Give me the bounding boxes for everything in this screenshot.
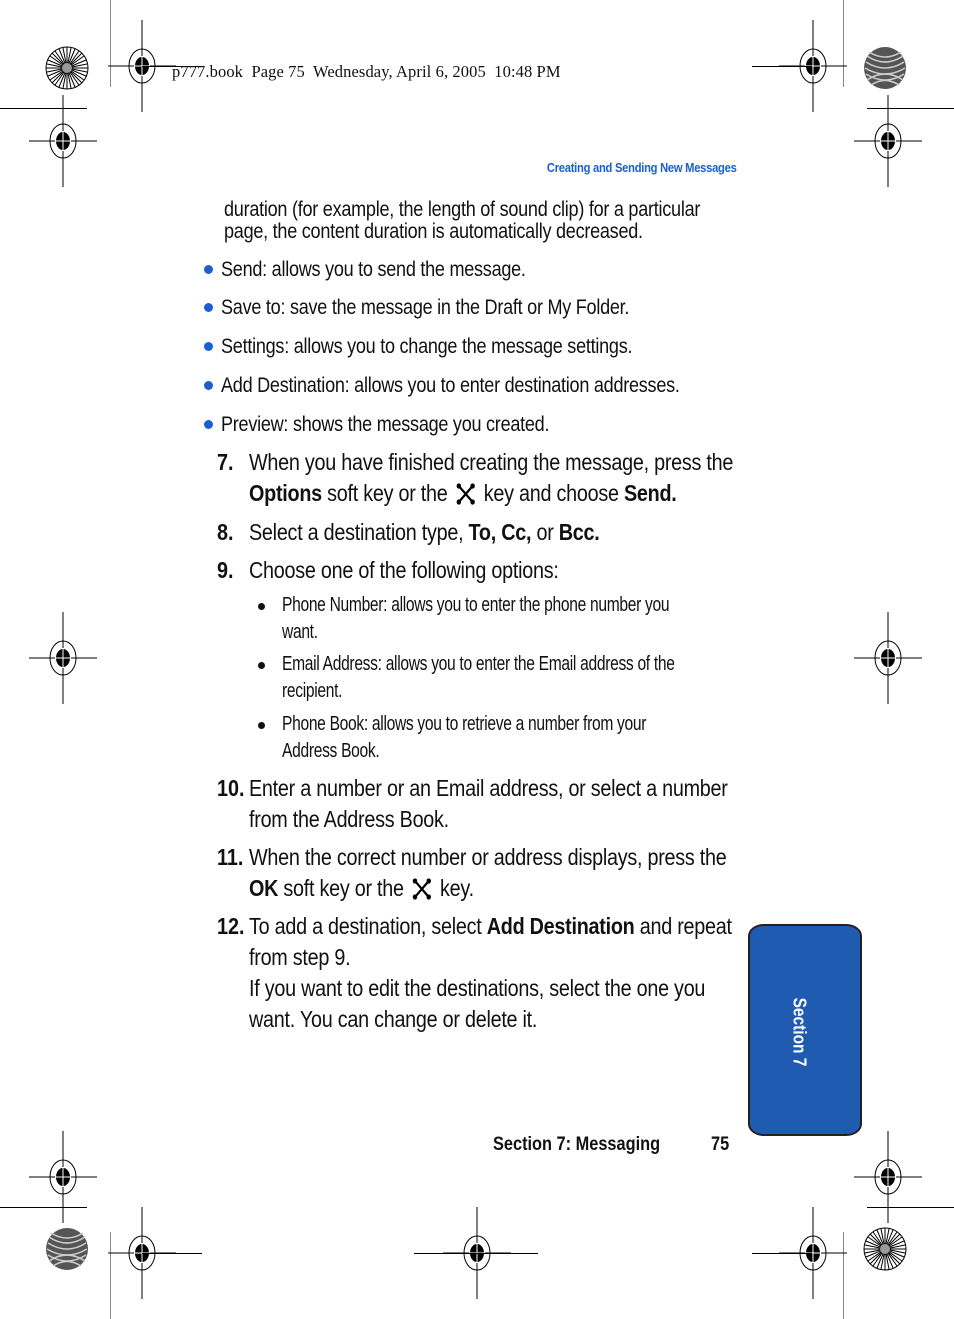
bullet-text: Add Destination: allows you to enter des… [221, 374, 680, 397]
registration-target-icon [853, 1130, 923, 1224]
step-number: 8. [217, 519, 234, 545]
sub-bullet-text: Address Book. [282, 740, 380, 762]
footer-section-title: Section 7: Messaging [493, 1134, 661, 1155]
step-text: from the Address Book. [249, 806, 449, 832]
step-text: from step 9. [249, 944, 351, 970]
crop-mark [752, 1253, 812, 1254]
registration-target-icon [853, 611, 923, 705]
print-slug: p777.book Page 75 Wednesday, April 6, 20… [172, 62, 561, 81]
crop-mark [142, 1253, 202, 1254]
step-number: 7. [217, 449, 234, 475]
bcc-label: Bcc. [558, 519, 600, 545]
step-text: To add a destination, select Add Destina… [249, 913, 732, 940]
bullet-text: Settings: allows you to change the messa… [221, 335, 633, 358]
continuation-line: duration (for example, the length of sou… [224, 198, 701, 221]
moire-target-icon [863, 46, 907, 90]
step-text-fragment: key and choose [478, 480, 624, 506]
step-text: Enter a number or an Email address, or s… [249, 775, 728, 801]
step-text: If you want to edit the destinations, se… [249, 975, 706, 1001]
bullet-dot-icon [258, 662, 265, 669]
continuation-line: page, the content duration is automatica… [224, 220, 643, 243]
registration-target-icon [853, 94, 923, 188]
step-text-fragment: soft key or the [278, 875, 410, 901]
step-number: 11. [217, 844, 244, 870]
sub-bullet-text: Email Address: allows you to enter the E… [282, 653, 675, 675]
step-text: When the correct number or address displ… [249, 844, 727, 870]
add-destination-label: Add Destination [486, 913, 635, 939]
ok-softkey-label: OK [249, 875, 279, 901]
step-number: 12. [217, 913, 245, 939]
bullet-dot-icon [204, 303, 213, 312]
bullet-dot-icon [204, 420, 213, 429]
step-text-fragment: To add a destination, select [249, 913, 487, 939]
step-text-fragment: key. [434, 875, 474, 901]
sub-bullet-text: Phone Number: allows you to enter the ph… [282, 594, 670, 616]
step-text-fragment: Select a destination type, [249, 519, 469, 545]
bullet-dot-icon [258, 603, 265, 610]
registration-target-icon [28, 94, 98, 188]
step-text-fragment: and repeat [634, 913, 732, 939]
options-softkey-label: Options [249, 480, 322, 506]
bullet-text: Send: allows you to send the message. [221, 258, 526, 281]
bullet-dot-icon [204, 342, 213, 351]
running-head: Creating and Sending New Messages [547, 160, 737, 175]
page-number: 75 [711, 1134, 730, 1155]
crop-mark [752, 66, 812, 67]
star-target-icon [45, 46, 89, 90]
crop-mark [414, 1253, 538, 1254]
step-text: When you have finished creating the mess… [249, 449, 734, 475]
step-text: OK soft key or the key. [249, 875, 474, 902]
bullet-dot-icon [204, 381, 213, 390]
bullet-text: Preview: shows the message you created. [221, 413, 550, 436]
moire-target-icon [45, 1227, 89, 1271]
section-tab-label: Section 7 [789, 997, 810, 1067]
registration-target-icon [28, 611, 98, 705]
bullet-text: Save to: save the message in the Draft o… [221, 296, 630, 319]
step-text-fragment: or [531, 519, 559, 545]
sub-bullet-text: recipient. [282, 680, 343, 702]
step-text: Select a destination type, To, Cc, or Bc… [249, 519, 600, 546]
sub-bullet-text: Phone Book: allows you to retrieve a num… [282, 713, 647, 735]
bullet-dot-icon [204, 265, 213, 274]
to-cc-label: To, Cc, [468, 519, 532, 545]
bullet-dot-icon [258, 722, 265, 729]
step-number: 9. [217, 557, 234, 583]
step-text: want. You can change or delete it. [249, 1006, 538, 1032]
nav-center-key-icon [456, 483, 475, 505]
send-option-label: Send. [623, 480, 677, 506]
step-text: Options soft key or the key and choose S… [249, 480, 677, 507]
sub-bullet-text: want. [282, 621, 318, 643]
registration-target-icon [28, 1130, 98, 1224]
step-text-fragment: soft key or the [321, 480, 453, 506]
nav-center-key-icon [412, 878, 432, 900]
star-target-icon [863, 1227, 907, 1271]
step-number: 10. [217, 775, 245, 801]
step-text: Choose one of the following options: [249, 557, 559, 583]
